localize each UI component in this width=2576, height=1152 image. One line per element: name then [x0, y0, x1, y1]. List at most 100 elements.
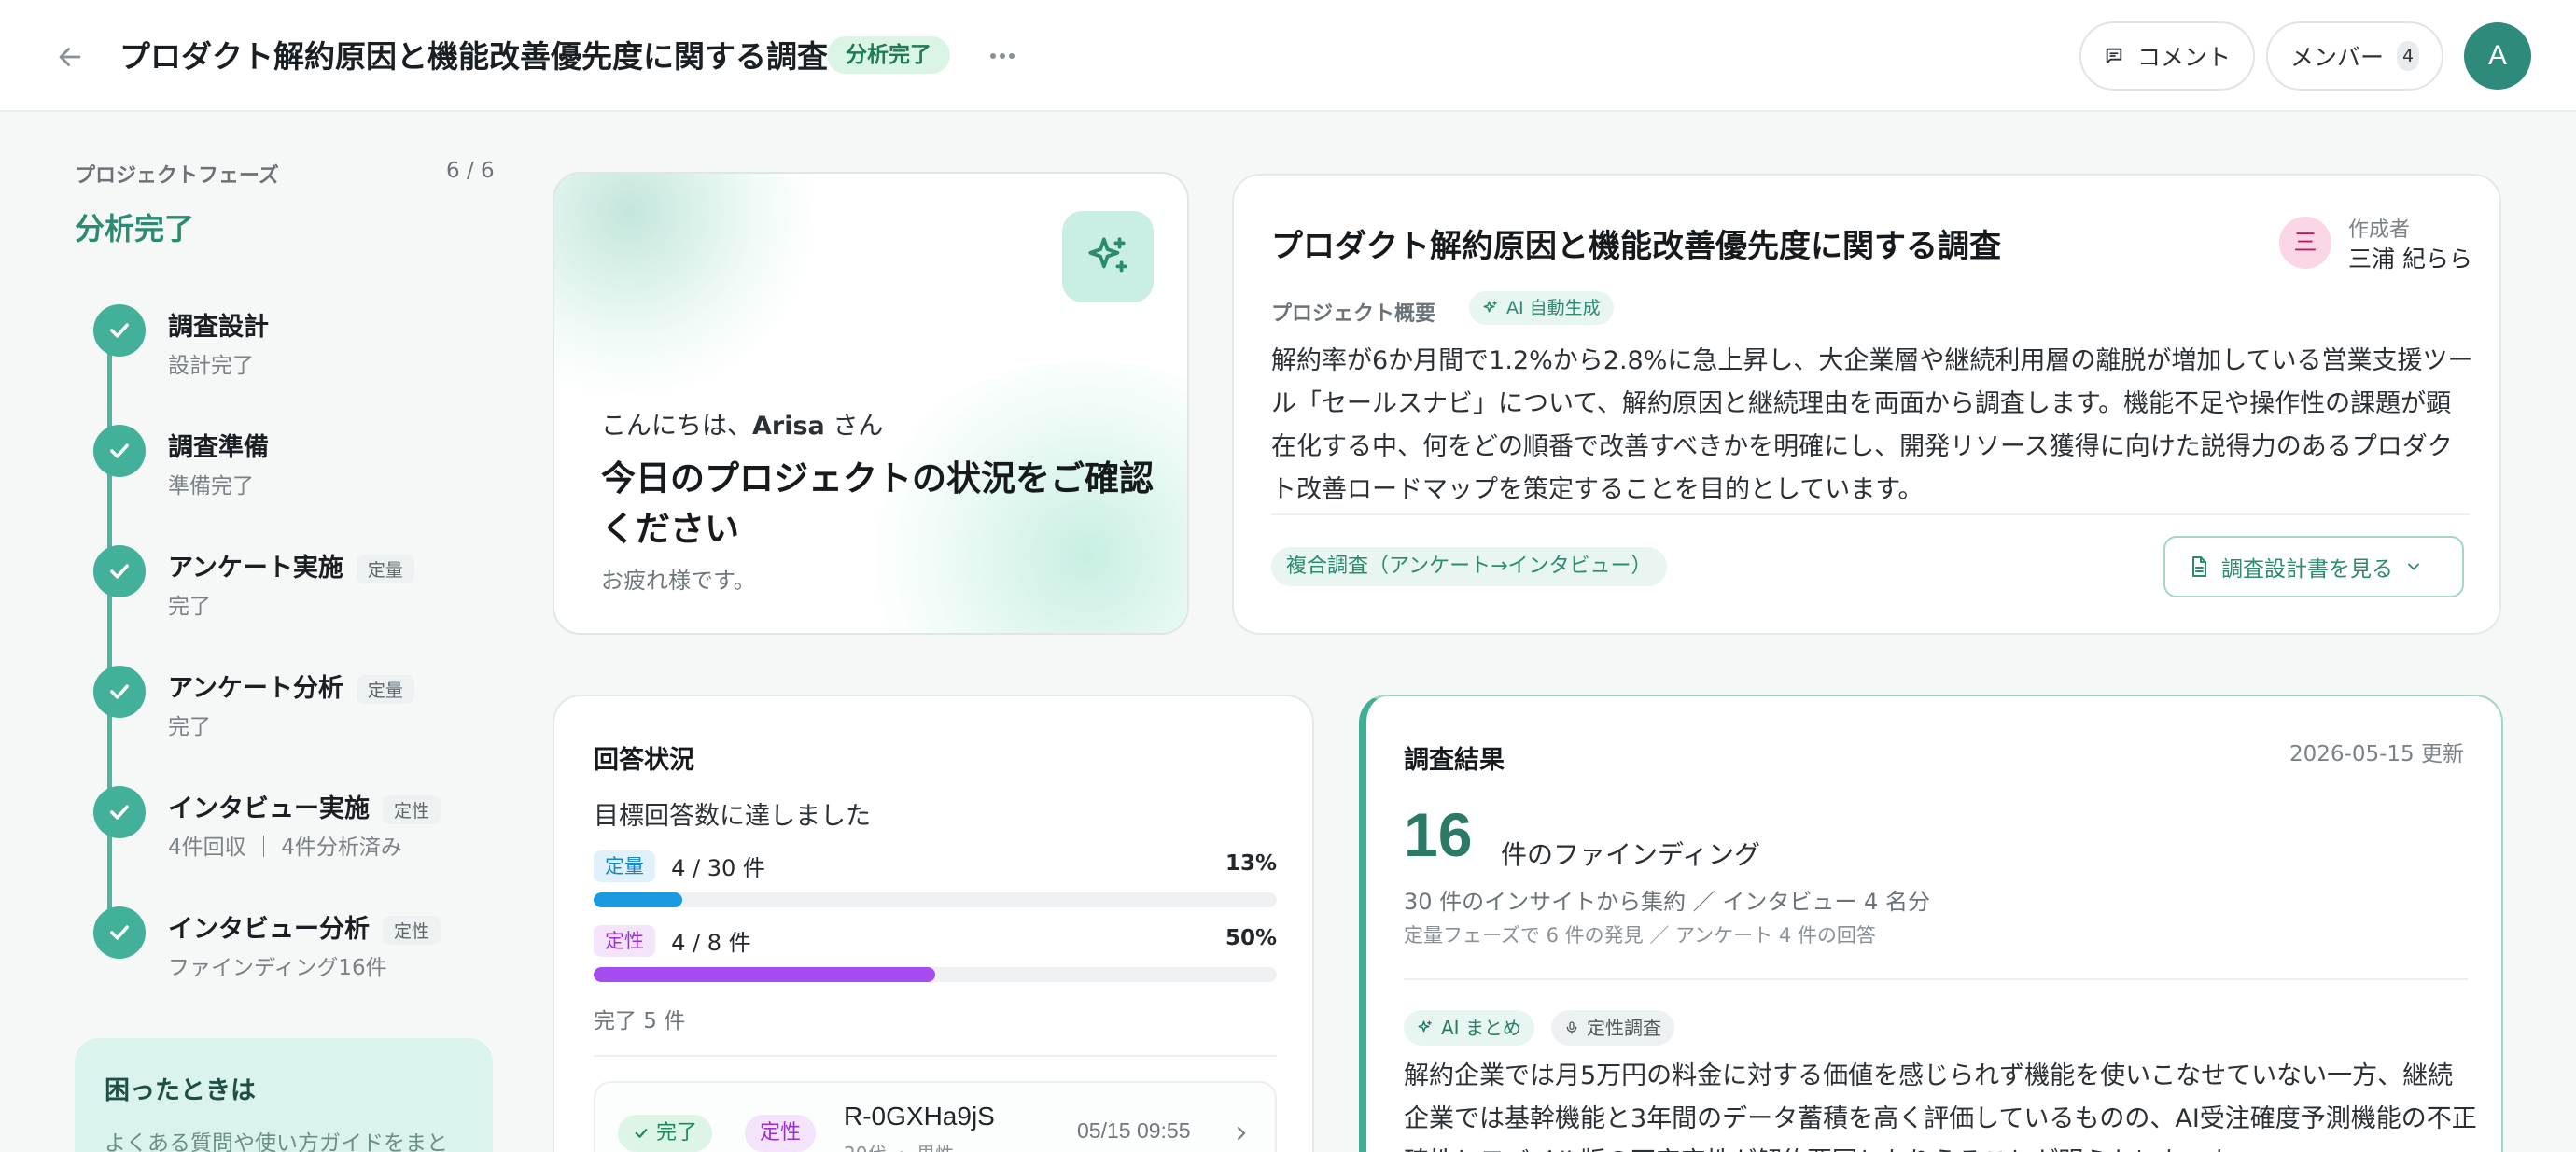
greeting-sub: お疲れ様です。 [601, 568, 756, 594]
check-circle-icon [93, 906, 146, 959]
sparkles-icon [1418, 1020, 1432, 1033]
divider [1404, 978, 2468, 980]
phase-type-tag: 定量 [356, 675, 414, 704]
qual-percent: 50% [1225, 926, 1277, 950]
qual-tag: 定性 [594, 924, 655, 957]
method-tag: 複合調査（アンケート→インタビュー） [1271, 547, 1667, 586]
phase-step-sub: ファインディング16件 [168, 956, 387, 980]
response-meta: 20代 ・ 男性 [844, 1139, 954, 1152]
ai-summary-tag: AI まとめ [1404, 1010, 1534, 1046]
check-circle-icon [93, 304, 146, 357]
author-label: 作成者 [2348, 218, 2411, 242]
help-title: 困ったときは [105, 1076, 256, 1105]
insight-summary: 30 件のインサイトから集約 ／ インタビュー 4 名分 [1404, 889, 1930, 915]
findings-label: 件のファインディング [1501, 839, 1761, 870]
divider [1271, 513, 2470, 515]
sparkles-icon [1088, 237, 1127, 273]
ai-generated-tag: AI 自動生成 [1469, 291, 1614, 325]
results-summary: 解約企業では月5万円の料金に対する価値を感じられず機能を使いこなせていない一方、… [1404, 1061, 2477, 1152]
phase-type-tag: 定性 [383, 916, 441, 945]
current-phase: 分析完了 [75, 211, 195, 246]
response-status-card: 回答状況 目標回答数に達しました 定量 4 / 30 件 13% 定性 4 / … [553, 695, 1314, 1152]
user-avatar[interactable]: A [2464, 22, 2531, 90]
author-avatar: 三 [2279, 217, 2331, 269]
phase-step-title: 調査設計 [168, 313, 269, 342]
top-header: プロダクト解約原因と機能改善優先度に関する調査 分析完了 コメント メンバー 4… [0, 0, 2576, 112]
results-updated: 2026-05-15 更新 [2289, 742, 2464, 766]
page-title: プロダクト解約原因と機能改善優先度に関する調査 [119, 38, 828, 75]
arrow-left-icon[interactable] [54, 41, 86, 73]
overview-section-label: プロジェクト概要 [1271, 302, 1436, 326]
overview-title: プロダクト解約原因と機能改善優先度に関する調査 [1271, 228, 2001, 265]
type-badge: 定性 [745, 1115, 817, 1152]
greeting-glow [554, 174, 816, 398]
phase-step-sub: 完了 [168, 715, 211, 739]
sparkle-icon-box [1062, 211, 1154, 302]
phase-step-sub: 完了 [168, 595, 211, 619]
results-title: 調査結果 [1404, 746, 1505, 775]
more-horizontal-icon[interactable] [986, 41, 1019, 71]
comment-button[interactable]: コメント [2079, 21, 2255, 91]
chevron-down-icon [2408, 563, 2419, 570]
check-circle-icon [93, 425, 146, 477]
phase-step-title: アンケート分析 定量 [168, 667, 414, 704]
qual-progress: 定性 4 / 8 件 50% [594, 924, 1277, 982]
help-card[interactable]: 困ったときは よくある質問や使い方ガイドをまと [75, 1038, 493, 1152]
progress-track [594, 892, 1277, 907]
comment-button-label: コメント [2136, 44, 2231, 71]
quant-progress: 定量 4 / 30 件 13% [594, 850, 1277, 907]
members-button[interactable]: メンバー 4 [2266, 21, 2443, 91]
check-circle-icon [93, 545, 146, 597]
status-done-badge: 完了 [618, 1115, 713, 1152]
phase-step-prep[interactable]: 調査準備 準備完了 [93, 425, 485, 527]
divider [594, 1055, 1277, 1057]
phase-step-title: インタビュー分析 定性 [168, 908, 441, 945]
phase-count: 6 / 6 [446, 159, 495, 183]
view-design-button[interactable]: 調査設計書を見る [2163, 536, 2464, 597]
phase-label: プロジェクトフェーズ [75, 164, 279, 188]
help-text: よくある質問や使い方ガイドをまと [105, 1131, 448, 1152]
qual-research-tag: 定性調査 [1551, 1010, 1674, 1046]
phase-step-sub: 4件回収 ｜ 4件分析済み [168, 836, 402, 860]
response-id: R-0GXHa9jS [844, 1102, 995, 1131]
quant-tag: 定量 [594, 850, 655, 882]
survey-results-card: 調査結果 2026-05-15 更新 16 件のファインディング 30 件のイン… [1359, 695, 2503, 1152]
phase-step-survey[interactable]: アンケート実施 定量 完了 [93, 545, 485, 648]
phase-step-title: 調査準備 [168, 433, 269, 462]
greeting-card: こんにちは、Arisa さん 今日のプロジェクトの状況をご確認ください お疲れ様… [553, 172, 1189, 635]
phase-step-interview[interactable]: インタビュー実施 定性 4件回収 ｜ 4件分析済み [93, 786, 485, 889]
phase-step-sub: 準備完了 [168, 474, 254, 499]
greeting-hello: こんにちは、Arisa さん [601, 412, 884, 441]
phase-step-sub: 設計完了 [168, 354, 254, 378]
response-row[interactable]: 完了 定性 R-0GXHa9jS 20代 ・ 男性 05/15 09:55 [594, 1081, 1277, 1152]
sparkles-icon [1483, 301, 1497, 313]
check-circle-icon [93, 786, 146, 838]
progress-track [594, 967, 1277, 982]
findings-count: 16 [1404, 800, 1473, 869]
phase-step-title: アンケート実施 定量 [168, 547, 414, 583]
members-button-label: メンバー [2290, 44, 2385, 71]
overview-description: 解約率が6か月間で1.2%から2.8%に急上昇し、大企業層や継続利用層の離脱が増… [1271, 346, 2473, 504]
phase-step-interview-analysis[interactable]: インタビュー分析 定性 ファインディング16件 [93, 906, 485, 1009]
mic-icon [1566, 1021, 1577, 1034]
phase-step-survey-analysis[interactable]: アンケート分析 定量 完了 [93, 666, 485, 768]
completed-count: 完了 5 件 [594, 1009, 686, 1033]
qual-value: 4 / 8 件 [671, 930, 751, 956]
project-overview-card: プロダクト解約原因と機能改善優先度に関する調査 三 作成者 三浦 紀らら プロジ… [1232, 174, 2501, 635]
check-icon [635, 1129, 648, 1138]
phase-type-tag: 定性 [383, 795, 441, 824]
phase-step-title: インタビュー実施 定性 [168, 788, 441, 824]
response-time: 05/15 09:55 [1077, 1118, 1191, 1143]
response-title: 回答状況 [594, 746, 694, 775]
quant-summary: 定量フェーズで 6 件の発見 ／ アンケート 4 件の回答 [1404, 924, 1876, 947]
quant-value: 4 / 30 件 [671, 855, 765, 881]
qual-progress-fill [594, 967, 935, 982]
phase-type-tag: 定量 [356, 555, 414, 583]
file-text-icon [2192, 556, 2206, 577]
message-square-icon [2106, 48, 2122, 64]
quant-progress-fill [594, 892, 683, 907]
quant-percent: 13% [1225, 851, 1277, 876]
response-message: 目標回答数に達しました [594, 802, 871, 831]
phase-step-design[interactable]: 調査設計 設計完了 [93, 304, 485, 407]
author-name: 三浦 紀らら [2348, 246, 2472, 273]
